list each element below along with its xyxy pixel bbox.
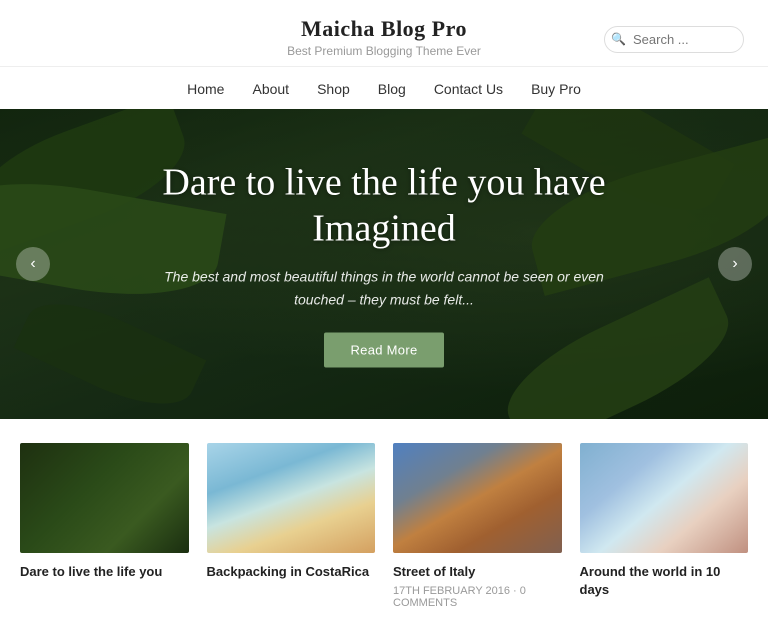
blog-card-title-1[interactable]: Dare to live the life you	[20, 563, 189, 581]
blog-card-title-3[interactable]: Street of Italy	[393, 563, 562, 581]
blog-card-2: Backpacking in CostaRica	[207, 443, 376, 609]
hero-title: Dare to live the life you have Imagined	[144, 161, 624, 252]
nav-shop[interactable]: Shop	[317, 81, 350, 97]
hero-subtitle: The best and most beautiful things in th…	[144, 266, 624, 311]
nav-buy-pro[interactable]: Buy Pro	[531, 81, 581, 97]
nav-blog[interactable]: Blog	[378, 81, 406, 97]
blog-section: Dare to live the life you Backpacking in…	[0, 419, 768, 629]
blog-thumb-4[interactable]	[580, 443, 749, 553]
hero-content: Dare to live the life you have Imagined …	[144, 161, 624, 368]
blog-card-4: Around the world in 10 days	[580, 443, 749, 609]
nav-contact[interactable]: Contact Us	[434, 81, 503, 97]
blog-card-meta-3: 17TH FEBRUARY 2016 · 0 COMMENTS	[393, 585, 562, 609]
blog-thumb-2[interactable]	[207, 443, 376, 553]
nav-about[interactable]: About	[252, 81, 289, 97]
blog-card-3: Street of Italy 17TH FEBRUARY 2016 · 0 C…	[393, 443, 562, 609]
search-icon: 🔍	[603, 32, 626, 47]
blog-grid: Dare to live the life you Backpacking in…	[20, 443, 748, 609]
hero-next-button[interactable]: ›	[718, 247, 752, 281]
blog-card-title-4[interactable]: Around the world in 10 days	[580, 563, 749, 599]
hero-read-more-button[interactable]: Read More	[324, 332, 443, 367]
blog-thumb-3[interactable]	[393, 443, 562, 553]
hero-prev-button[interactable]: ‹	[16, 247, 50, 281]
blog-card-1: Dare to live the life you	[20, 443, 189, 609]
hero-slider: Dare to live the life you have Imagined …	[0, 109, 768, 419]
blog-card-title-2[interactable]: Backpacking in CostaRica	[207, 563, 376, 581]
header-top: Maicha Blog Pro Best Premium Blogging Th…	[0, 16, 768, 58]
main-nav: Home About Shop Blog Contact Us Buy Pro	[0, 67, 768, 109]
site-header: Maicha Blog Pro Best Premium Blogging Th…	[0, 0, 768, 67]
nav-home[interactable]: Home	[187, 81, 224, 97]
search-box[interactable]: 🔍	[603, 26, 744, 53]
blog-thumb-1[interactable]	[20, 443, 189, 553]
